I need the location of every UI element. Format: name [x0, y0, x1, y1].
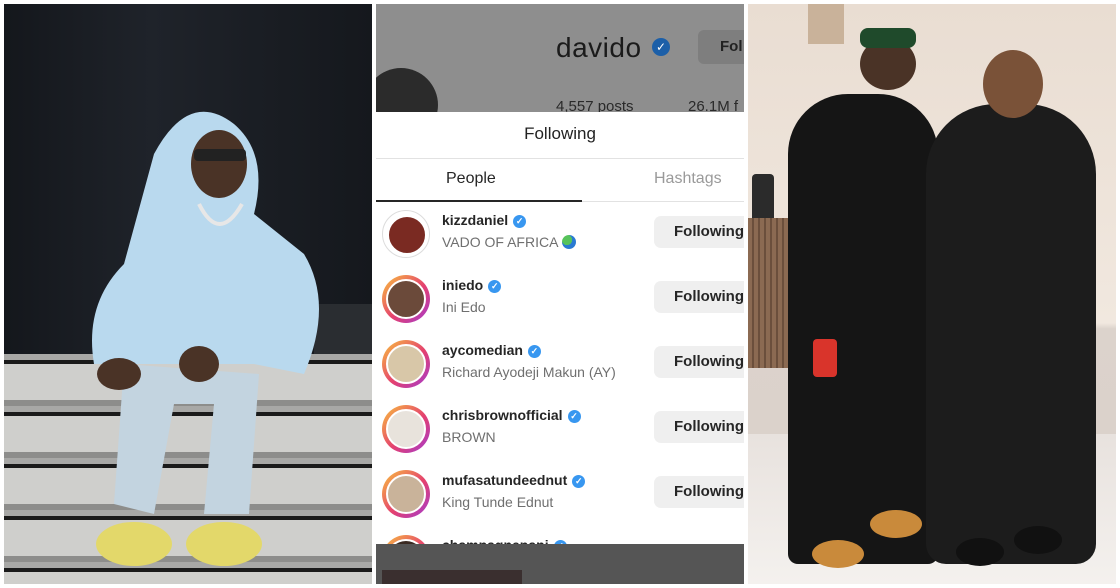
avatar[interactable]: [382, 210, 430, 258]
left-photo-davido-seated: [4, 4, 372, 584]
list-item[interactable]: aycomedian ✓ Richard Ayodeji Makun (AY) F…: [376, 336, 744, 396]
profile-header-dimmed: davido ✓ Fol 4,557 posts 26.1M f: [376, 4, 744, 142]
list-item-fullname: King Tunde Ednut: [442, 494, 554, 510]
globe-emoji-icon: [562, 235, 577, 249]
following-button[interactable]: Following: [654, 411, 744, 443]
username-text: aycomedian: [442, 342, 523, 358]
verified-badge-icon: ✓: [567, 410, 581, 423]
list-item[interactable]: iniedo ✓ Ini Edo Following: [376, 271, 744, 331]
following-button[interactable]: Following: [654, 281, 744, 313]
list-item-username[interactable]: chrisbrownofficial ✓: [442, 407, 581, 423]
avatar[interactable]: [382, 340, 430, 388]
profile-follow-button[interactable]: Fol: [698, 30, 744, 64]
list-item-username[interactable]: aycomedian ✓: [442, 342, 541, 358]
profile-username: davido: [556, 32, 642, 63]
avatar[interactable]: [382, 405, 430, 453]
avatar[interactable]: [382, 275, 430, 323]
username-text: mufasatundeednut: [442, 472, 568, 488]
right-photo-couple: [748, 4, 1116, 584]
divider: [376, 158, 744, 159]
details-illustration: [812, 28, 1062, 568]
tab-hashtags[interactable]: Hashtags: [654, 170, 722, 188]
username-text: iniedo: [442, 277, 484, 293]
list-item-fullname: BROWN: [442, 429, 496, 445]
post-thumbnail[interactable]: [382, 570, 522, 584]
list-item[interactable]: chrisbrownofficial ✓ BROWN Following: [376, 401, 744, 461]
username-text: chrisbrownofficial: [442, 407, 563, 423]
person-illustration: [92, 111, 319, 566]
following-button[interactable]: Following: [654, 476, 744, 508]
list-item-fullname: VADO OF AFRICA: [442, 234, 577, 250]
verified-badge-icon: ✓: [488, 280, 502, 293]
verified-badge-icon: ✓: [527, 345, 541, 358]
fullname-text: VADO OF AFRICA: [442, 234, 559, 250]
list-item[interactable]: mufasatundeednut ✓ King Tunde Ednut Follo…: [376, 466, 744, 526]
dimmed-overlay-bottom: [376, 544, 744, 584]
verified-badge-icon: ✓: [513, 215, 527, 228]
list-item-username[interactable]: iniedo ✓: [442, 277, 502, 293]
following-button[interactable]: Following: [654, 216, 744, 248]
sheet-title: Following: [524, 124, 596, 143]
tab-people[interactable]: People: [446, 170, 496, 188]
instagram-following-screenshot: davido ✓ Fol 4,557 posts 26.1M f Followi…: [376, 4, 744, 584]
following-button[interactable]: Following: [654, 346, 744, 378]
verified-badge-icon: ✓: [652, 38, 670, 56]
list-item[interactable]: kizzdaniel ✓ VADO OF AFRICA Following: [376, 206, 744, 266]
avatar[interactable]: [382, 470, 430, 518]
list-item-username[interactable]: kizzdaniel ✓: [442, 212, 527, 228]
list-item-fullname: Richard Ayodeji Makun (AY): [442, 364, 616, 380]
list-item-username[interactable]: mufasatundeednut ✓: [442, 472, 586, 488]
username-text: kizzdaniel: [442, 212, 509, 228]
following-sheet: Following People Hashtags kizzdaniel ✓ VA…: [376, 112, 744, 583]
tab-baseline: [582, 201, 744, 202]
active-tab-indicator: [376, 200, 582, 202]
list-item-fullname: Ini Edo: [442, 299, 486, 315]
verified-badge-icon: ✓: [572, 475, 586, 488]
